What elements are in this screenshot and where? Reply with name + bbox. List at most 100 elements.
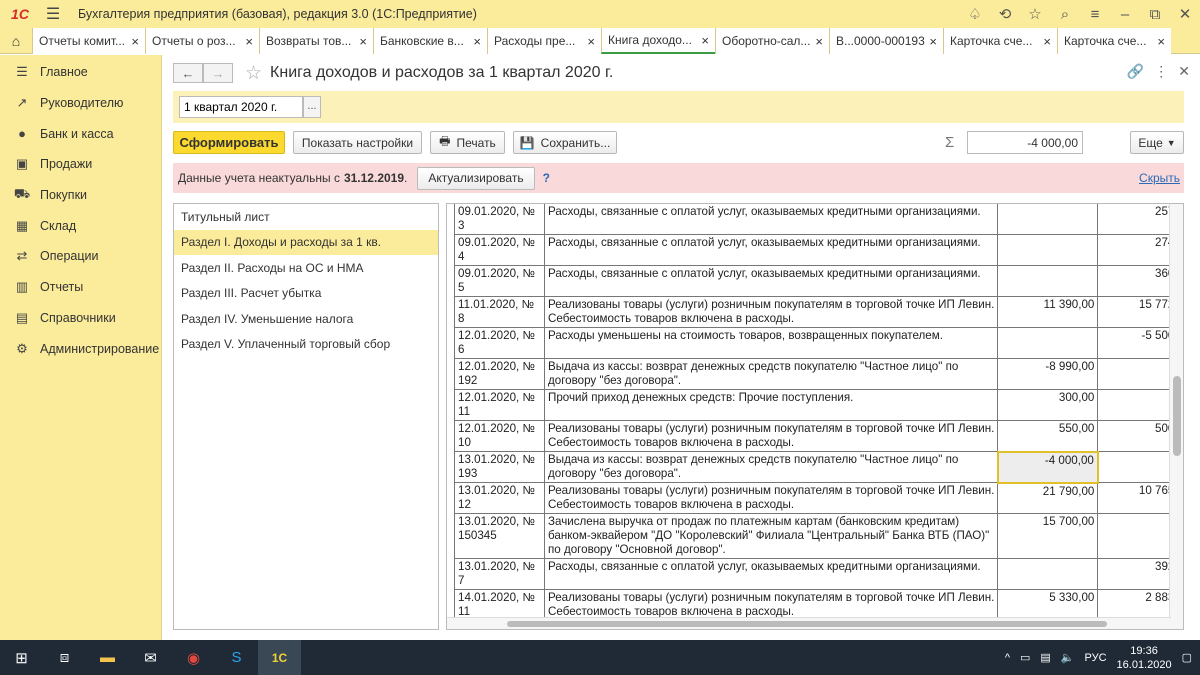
favorite-star-icon[interactable]: ☆ [245,62,262,85]
language-indicator[interactable]: РУС [1085,652,1107,664]
doc-cell[interactable]: 09.01.2020, № 5 [454,265,545,297]
horizontal-scrollbar[interactable] [447,617,1171,629]
description-cell[interactable]: Расходы, связанные с оплатой услуг, оказ… [543,234,999,266]
expense-cell[interactable] [1097,358,1179,390]
income-cell[interactable]: 5 330,00 [997,589,1099,621]
close-form-icon[interactable]: ✕ [1178,63,1190,80]
save-button[interactable]: 💾 Сохранить... [513,131,617,154]
expense-cell[interactable]: 2 883 [1097,589,1179,621]
description-cell[interactable]: Зачислена выручка от продаж по платежным… [543,513,999,559]
income-cell[interactable]: -8 990,00 [997,358,1099,390]
clock[interactable]: 19:36 16.01.2020 [1117,644,1172,672]
section-item-2[interactable]: Раздел I. Доходы и расходы за 1 кв. [174,229,438,255]
tab-4[interactable]: Банковские в... × [373,28,487,54]
description-cell[interactable]: Реализованы товары (услуги) розничным по… [543,420,999,452]
income-cell[interactable]: 550,00 [997,420,1099,452]
chrome-icon[interactable]: ◉ [172,640,215,675]
main-menu-icon[interactable]: ☰ [40,0,66,28]
description-cell[interactable]: Выдача из кассы: возврат денежных средст… [543,358,999,390]
description-cell[interactable]: Расходы, связанные с оплатой услуг, оказ… [543,558,999,590]
history-icon[interactable]: ⟲ [990,0,1020,28]
more-actions-icon[interactable]: ⋮ [1154,63,1168,80]
tab-9[interactable]: Карточка сче... × [943,28,1057,54]
print-button[interactable]: 🖶 Печать [430,131,505,154]
income-cell[interactable] [997,234,1099,266]
income-cell[interactable]: 11 390,00 [997,296,1099,328]
income-cell[interactable]: -4 000,00 [996,450,1099,484]
expense-cell[interactable]: 274 [1097,234,1179,266]
generate-button[interactable]: Сформировать [173,131,285,154]
expense-cell[interactable]: 10 765 [1097,482,1179,514]
hide-link[interactable]: Скрыть [1139,171,1180,185]
doc-cell[interactable]: 12.01.2020, № 11 [454,389,545,421]
section-item-5[interactable]: Раздел IV. Уменьшение налога [174,306,438,332]
doc-cell[interactable]: 12.01.2020, № 192 [454,358,545,390]
task-view-icon[interactable]: ⧈ [43,640,86,675]
expense-cell[interactable] [1097,451,1179,483]
income-cell[interactable] [997,204,1099,235]
help-link[interactable]: ? [543,171,550,185]
doc-cell[interactable]: 13.01.2020, № 150345 [454,513,545,559]
section-item-1[interactable]: Титульный лист [174,204,438,230]
favorites-star-icon[interactable]: ☆ [1020,0,1050,28]
tab-close-icon[interactable]: × [701,33,709,48]
section-item-4[interactable]: Раздел III. Расчет убытка [174,281,438,307]
tab-close-icon[interactable]: × [815,34,823,49]
forward-button[interactable]: → [203,63,233,83]
sidebar-item-1[interactable]: ☰ Главное [0,57,161,88]
tab-close-icon[interactable]: × [1157,34,1165,49]
1c-app-icon[interactable]: 1С [258,640,301,675]
sidebar-item-6[interactable]: ▦ Склад [0,210,161,241]
doc-cell[interactable]: 13.01.2020, № 7 [454,558,545,590]
expense-cell[interactable] [1097,389,1179,421]
period-field[interactable] [179,96,303,118]
expense-cell[interactable]: 500 [1097,420,1179,452]
expense-cell[interactable]: -5 500 [1097,327,1179,359]
doc-cell[interactable]: 14.01.2020, № 11 [454,589,545,621]
income-cell[interactable] [997,558,1099,590]
section-item-3[interactable]: Раздел II. Расходы на ОС и НМА [174,255,438,281]
update-button[interactable]: Актуализировать [417,166,535,190]
volume-icon[interactable]: 🔈 [1061,651,1075,664]
doc-cell[interactable]: 13.01.2020, № 193 [454,451,545,483]
sidebar-item-7[interactable]: ⇄ Операции [0,241,161,272]
tab-3[interactable]: Возвраты тов... × [259,28,373,54]
info-menu-icon[interactable]: ≡ [1080,0,1110,28]
description-cell[interactable]: Выдача из кассы: возврат денежных средст… [543,451,999,483]
back-button[interactable]: ← [173,63,203,83]
doc-cell[interactable]: 11.01.2020, № 8 [454,296,545,328]
tab-6[interactable]: Книга доходо... × [601,28,715,54]
windows-start-icon[interactable]: ⊞ [0,640,43,675]
income-cell[interactable]: 21 790,00 [997,482,1099,514]
tab-close-icon[interactable]: × [473,34,481,49]
battery-icon[interactable]: ▭ [1020,651,1030,664]
tab-close-icon[interactable]: × [245,34,253,49]
sidebar-item-9[interactable]: ▤ Справочники [0,303,161,334]
income-cell[interactable] [997,265,1099,297]
description-cell[interactable]: Расходы, связанные с оплатой услуг, оказ… [543,204,999,235]
tray-chevron-icon[interactable]: ^ [1005,652,1010,664]
sidebar-item-4[interactable]: ▣ Продажи [0,149,161,180]
description-cell[interactable]: Расходы уменьшены на стоимость товаров, … [543,327,999,359]
notifications-icon[interactable]: ♤ [960,0,990,28]
more-button[interactable]: Еще ▼ [1130,131,1184,154]
tab-10[interactable]: Карточка сче... × [1057,28,1171,54]
doc-cell[interactable]: 12.01.2020, № 6 [454,327,545,359]
tab-close-icon[interactable]: × [587,34,595,49]
period-select-button[interactable]: ... [303,96,321,118]
notifications-center-icon[interactable]: ▢ [1182,651,1192,664]
show-settings-button[interactable]: Показать настройки [293,131,422,154]
tab-close-icon[interactable]: × [359,34,367,49]
sidebar-item-2[interactable]: ↗ Руководителю [0,88,161,119]
description-cell[interactable]: Реализованы товары (услуги) розничным по… [543,589,999,621]
doc-cell[interactable]: 12.01.2020, № 10 [454,420,545,452]
income-cell[interactable]: 15 700,00 [997,513,1099,559]
network-icon[interactable]: ▤ [1040,651,1050,664]
sidebar-item-8[interactable]: ▥ Отчеты [0,272,161,303]
tab-7[interactable]: Оборотно-сал... × [715,28,829,54]
minimize-button[interactable]: – [1110,0,1140,28]
link-icon[interactable]: 🔗 [1127,63,1144,80]
doc-cell[interactable]: 13.01.2020, № 12 [454,482,545,514]
close-button[interactable]: ✕ [1170,0,1200,28]
tab-close-icon[interactable]: × [131,34,139,49]
